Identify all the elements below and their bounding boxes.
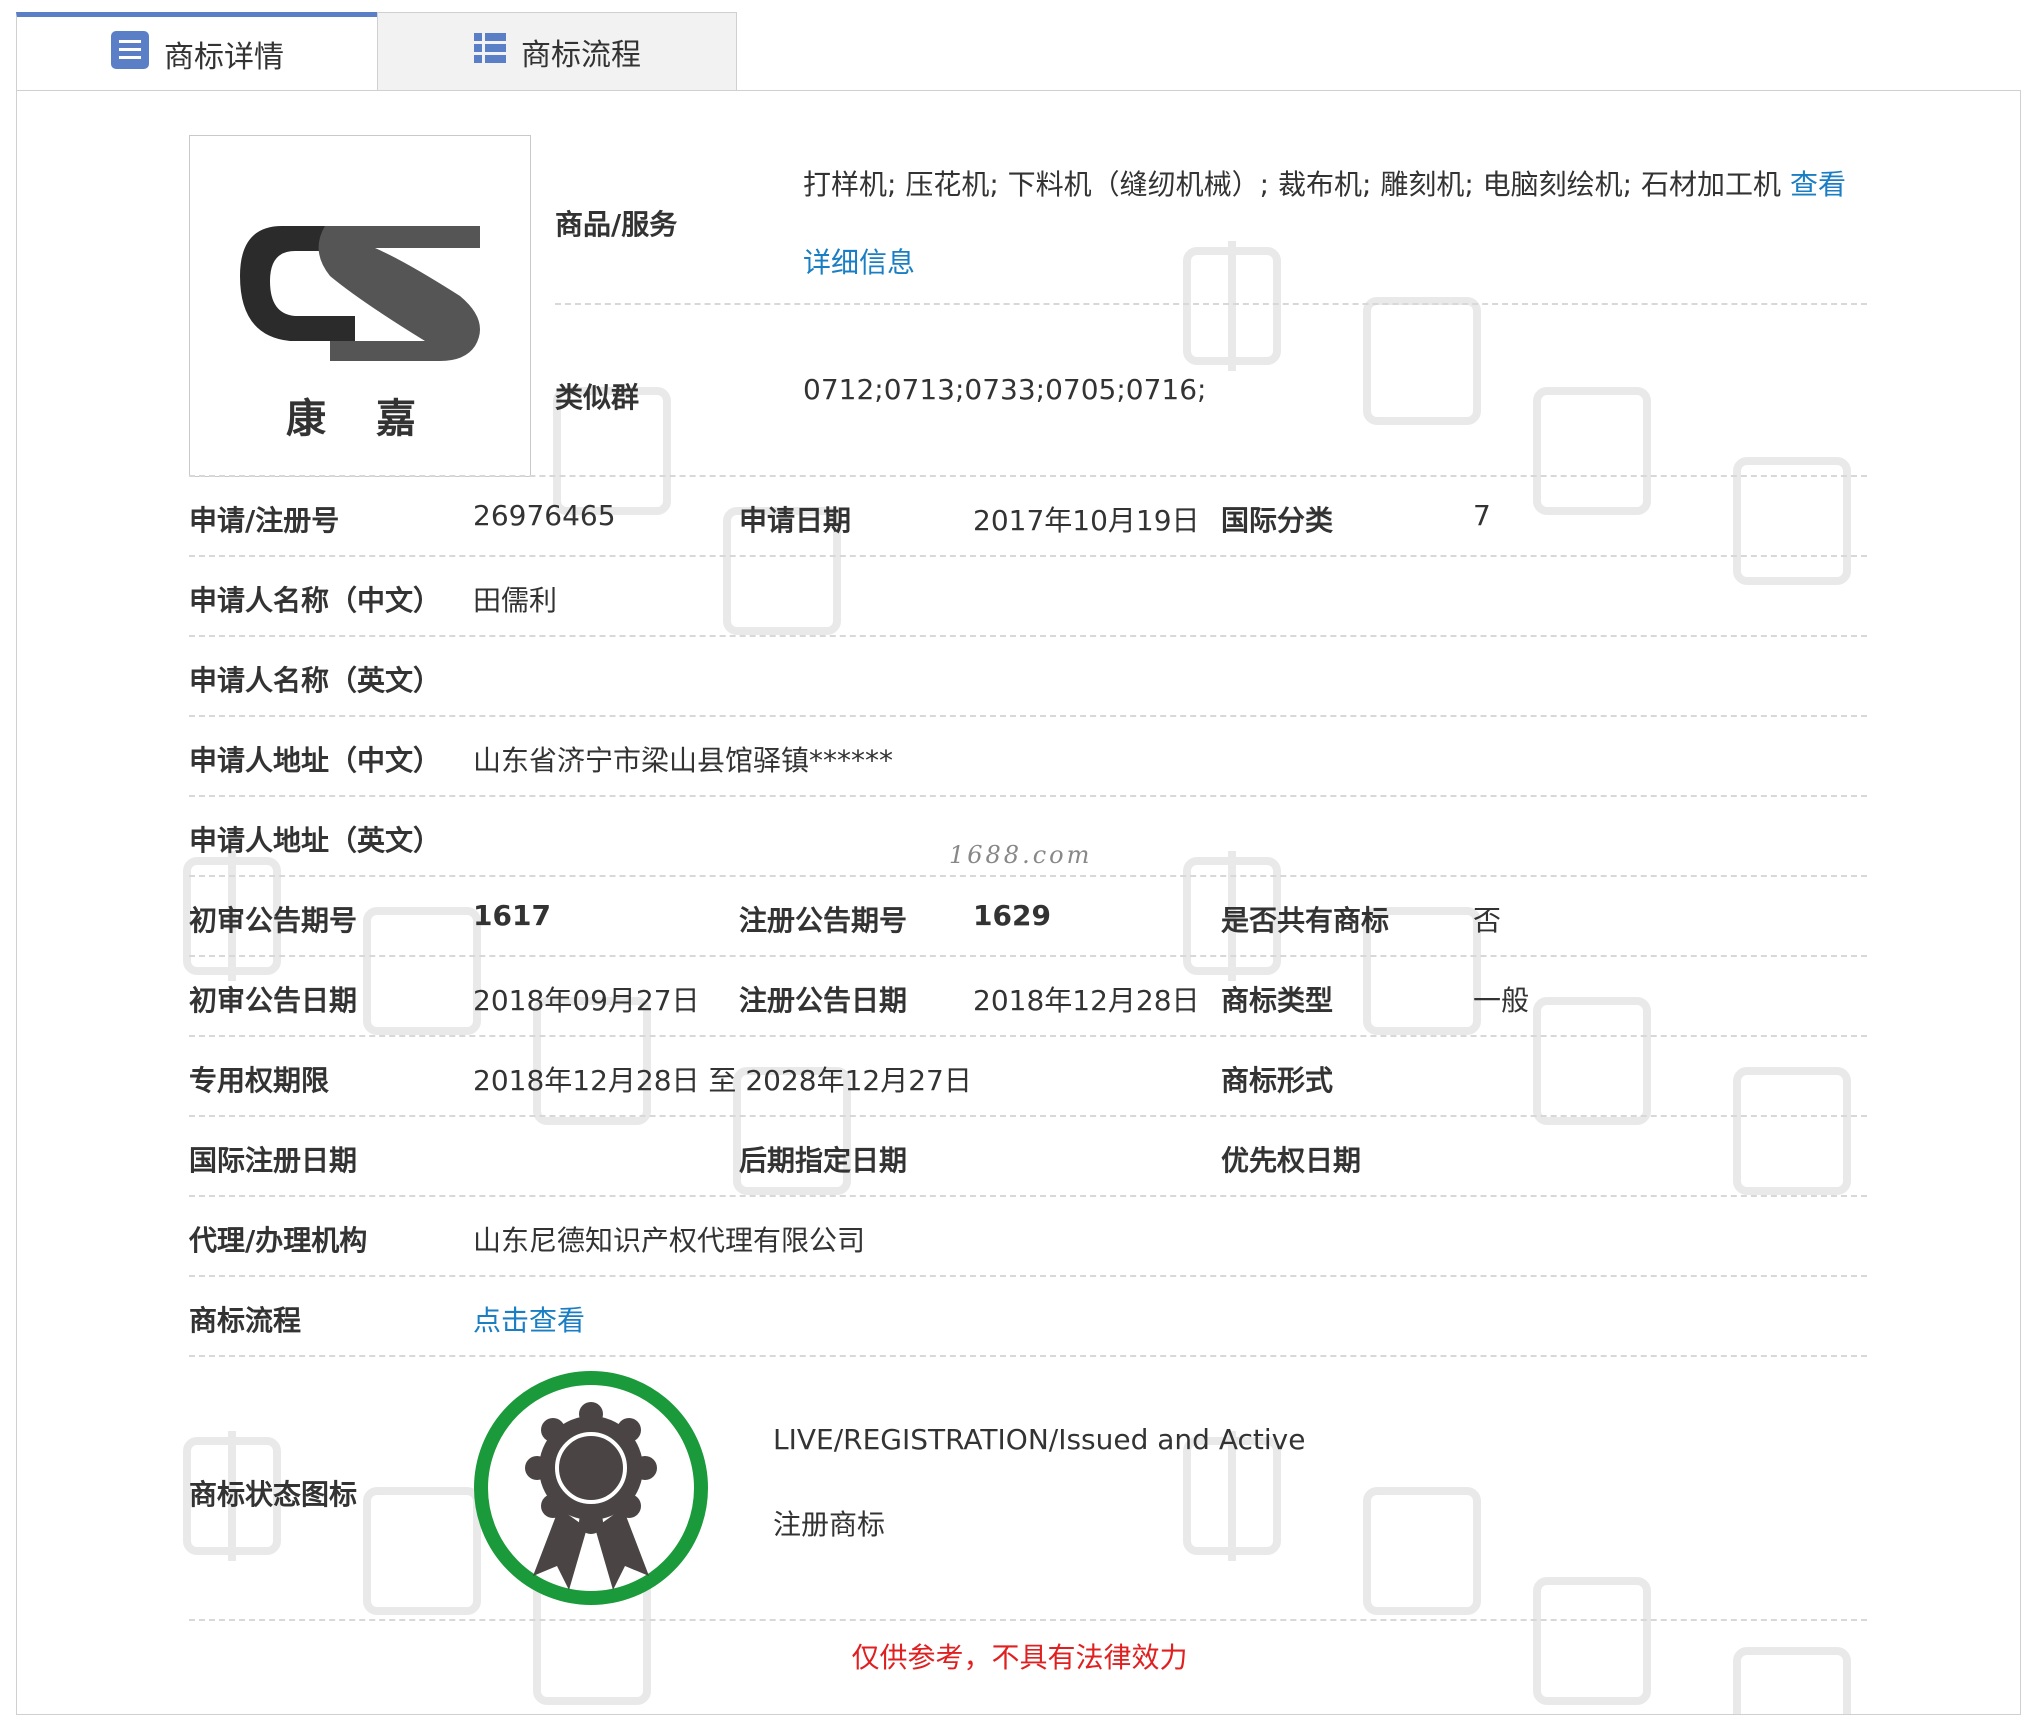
status-label: 商标状态图标 <box>189 1478 358 1511</box>
address-cn-value: 山东省济宁市梁山县馆驿镇****** <box>473 744 894 777</box>
applicant-en-label: 申请人名称（英文） <box>189 664 442 697</box>
applicant-cn-value: 田儒利 <box>473 584 558 617</box>
divider <box>189 875 1867 877</box>
similar-group-label: 类似群 <box>555 381 640 414</box>
reg-pub-no-value: 1629 <box>973 899 1051 932</box>
prelim-date-label: 初审公告日期 <box>189 984 358 1017</box>
reg-pub-date-value: 2018年12月28日 <box>973 984 1200 1017</box>
divider <box>189 795 1867 797</box>
intl-class-value: 7 <box>1473 499 1491 532</box>
disclaimer-text: 仅供参考，不具有法律效力 <box>851 1641 1188 1674</box>
address-cn-label: 申请人地址（中文） <box>189 744 442 777</box>
divider <box>189 715 1867 717</box>
divider <box>189 635 1867 637</box>
logo-mark-text: 康 嘉 <box>286 395 434 442</box>
status-line-en: LIVE/REGISTRATION/Issued and Active <box>773 1423 1306 1456</box>
reg-no-value: 26976465 <box>473 499 616 532</box>
divider <box>189 955 1867 957</box>
divider <box>189 1035 1867 1037</box>
divider <box>189 1275 1867 1277</box>
process-view-link[interactable]: 点击查看 <box>473 1299 585 1339</box>
document-list-icon <box>110 30 150 78</box>
prelim-no-value: 1617 <box>473 899 551 932</box>
apply-date-value: 2017年10月19日 <box>973 504 1200 537</box>
site-watermark: 1688.com <box>949 841 1093 869</box>
tab-trademark-details[interactable]: 商标详情 <box>16 12 377 90</box>
priority-date-label: 优先权日期 <box>1221 1144 1362 1177</box>
tm-type-value: 一般 <box>1473 984 1530 1017</box>
exclusive-period-value: 2018年12月28日 至 2028年12月27日 <box>473 1064 972 1097</box>
address-en-label: 申请人地址（英文） <box>189 824 442 857</box>
agent-value: 山东尼德知识产权代理有限公司 <box>473 1224 866 1257</box>
tab-trademark-process[interactable]: 商标流程 <box>377 12 737 90</box>
applicant-cn-label: 申请人名称（中文） <box>189 584 442 617</box>
apply-date-label: 申请日期 <box>739 504 852 537</box>
trademark-logo: 康 嘉 <box>189 135 531 477</box>
goods-value: 打样机; 压花机; 下料机（缝纫机械）; 裁布机; 雕刻机; 电脑刻绘机; 石材… <box>803 168 1782 201</box>
exclusive-period-label: 专用权期限 <box>189 1064 330 1097</box>
process-label: 商标流程 <box>189 1304 302 1337</box>
status-line-cn: 注册商标 <box>773 1508 886 1541</box>
intl-reg-date-label: 国际注册日期 <box>189 1144 358 1177</box>
reg-pub-date-label: 注册公告日期 <box>739 984 908 1017</box>
later-desig-date-label: 后期指定日期 <box>739 1144 908 1177</box>
list-icon <box>473 31 507 73</box>
tm-form-label: 商标形式 <box>1221 1064 1334 1097</box>
divider <box>189 1115 1867 1117</box>
shared-value: 否 <box>1473 904 1502 937</box>
reg-pub-no-label: 注册公告期号 <box>739 904 908 937</box>
prelim-no-label: 初审公告期号 <box>189 904 358 937</box>
reg-no-label: 申请/注册号 <box>189 504 340 537</box>
tab-label: 商标流程 <box>521 37 641 73</box>
goods-view-link[interactable]: 查看 <box>1790 163 1846 203</box>
goods-detail-link[interactable]: 详细信息 <box>803 241 915 281</box>
divider <box>555 303 1867 305</box>
tm-type-label: 商标类型 <box>1221 984 1334 1017</box>
similar-group-value: 0712;0713;0733;0705;0716; <box>803 373 1207 406</box>
divider <box>189 555 1867 557</box>
goods-label: 商品/服务 <box>555 208 678 241</box>
divider <box>189 475 1867 477</box>
details-panel: 康 嘉 商品/服务 打样机; 压花机; 下料机（缝纫机械）; 裁布机; 雕刻机;… <box>16 90 2021 1715</box>
trademark-detail-page: 商标详情 商标流程 康 嘉 商品/服务 打样机; 压花机; 下料机（缝纫机械）;… <box>0 0 2028 1715</box>
tab-label: 商标详情 <box>164 39 284 75</box>
prelim-date-value: 2018年09月27日 <box>473 984 700 1017</box>
award-badge-icon <box>474 1371 708 1605</box>
divider <box>189 1619 1867 1621</box>
shared-label: 是否共有商标 <box>1221 904 1390 937</box>
divider <box>189 1195 1867 1197</box>
intl-class-label: 国际分类 <box>1221 504 1334 537</box>
agent-label: 代理/办理机构 <box>189 1224 368 1257</box>
divider <box>189 1355 1867 1357</box>
